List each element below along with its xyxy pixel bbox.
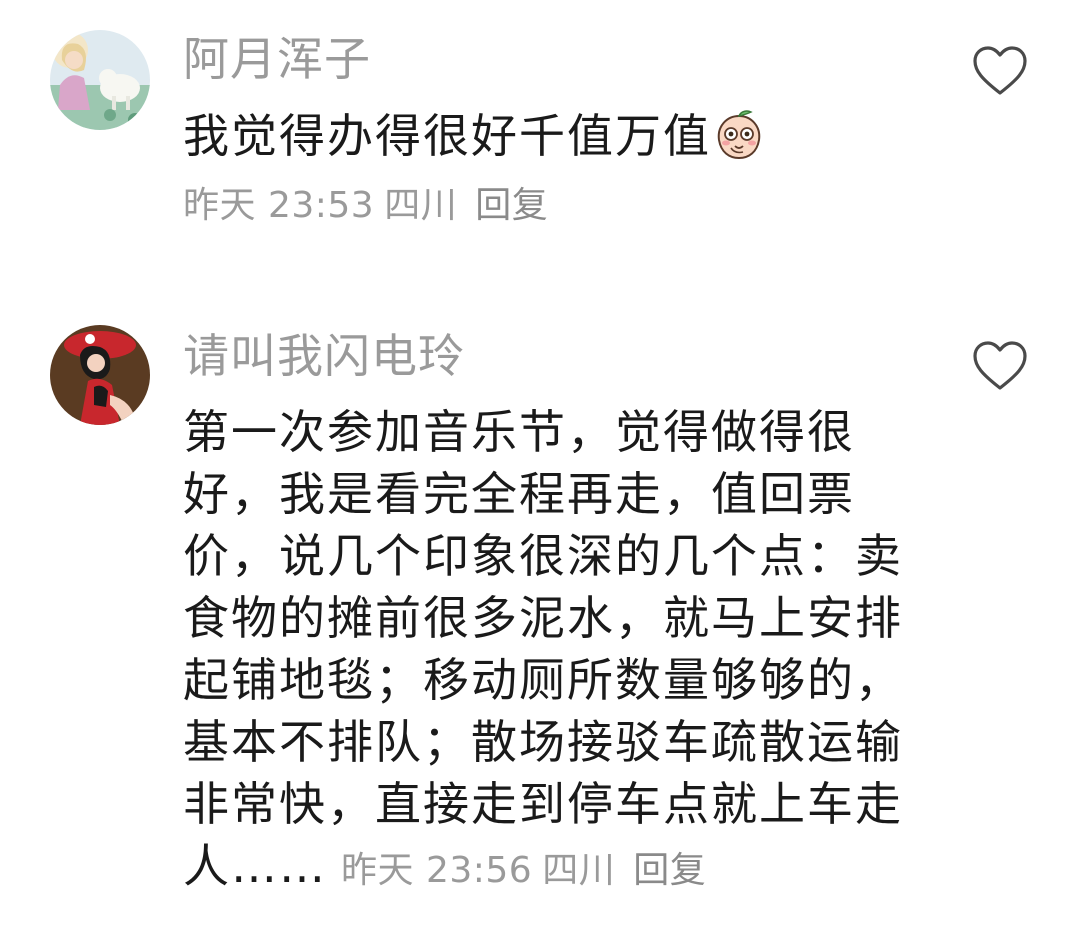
- comment-text-line: 基本不排队；散场接驳车疏散运输: [183, 715, 903, 769]
- heart-outline-icon[interactable]: [972, 45, 1028, 97]
- heart-outline-icon[interactable]: [972, 340, 1028, 392]
- comment-text-line: 好，我是看完全程再走，值回票: [183, 467, 855, 521]
- comment-item: 请叫我闪电玲 第一次参加音乐节，觉得做得很 好，我是看完全程再走，值回票 价，说…: [0, 300, 1080, 951]
- comment-text-last-line: 人…… 昨天 23:56 四川 回复: [183, 835, 903, 897]
- username[interactable]: 阿月浑子: [183, 31, 371, 87]
- user-avatar[interactable]: [50, 325, 150, 425]
- comment-time: 昨天 23:53: [183, 185, 375, 226]
- username[interactable]: 请叫我闪电玲: [183, 328, 465, 384]
- comment-time: 昨天 23:56: [341, 850, 533, 891]
- comment-text-line: 价，说几个印象很深的几个点：卖: [183, 529, 903, 583]
- comment-meta: 昨天 23:53 四川 回复: [183, 182, 548, 230]
- comment-text: 我觉得办得很好千值万值: [183, 108, 765, 164]
- comment-text-line: 起铺地毯；移动厕所数量够够的，: [183, 653, 903, 707]
- comment-text-line: 第一次参加音乐节，觉得做得很: [183, 405, 855, 459]
- avatar-image-icon: [50, 325, 150, 425]
- reply-button[interactable]: 回复: [633, 850, 706, 891]
- comment-meta: 昨天 23:56 四川 回复: [341, 850, 706, 891]
- user-avatar[interactable]: [50, 30, 150, 130]
- avatar-image-icon: [50, 30, 150, 130]
- comment-text-tail: 人……: [183, 839, 327, 893]
- peach-face-emoji-icon: [713, 108, 765, 160]
- comment-text-line: 食物的摊前很多泥水，就马上安排: [183, 591, 903, 645]
- reply-button[interactable]: 回复: [475, 185, 548, 226]
- comment-text: 第一次参加音乐节，觉得做得很 好，我是看完全程再走，值回票 价，说几个印象很深的…: [183, 401, 903, 897]
- comment-text-line: 非常快，直接走到停车点就上车走: [183, 777, 903, 831]
- comment-location: 四川: [542, 850, 616, 891]
- comment-location: 四川: [384, 185, 458, 226]
- comment-text-body: 我觉得办得很好千值万值: [183, 109, 711, 163]
- comment-item: 阿月浑子 我觉得办得很好千值万值 昨天 23:53 四川 回复: [0, 0, 1080, 300]
